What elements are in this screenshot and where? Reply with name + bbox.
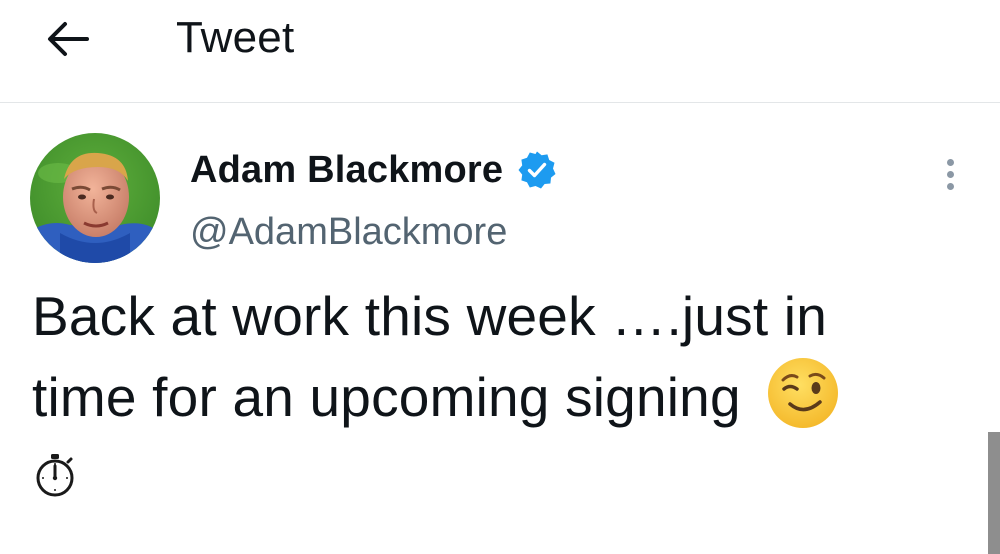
top-bar: Tweet bbox=[0, 0, 1000, 103]
tweet-screen: Tweet Adam Blackmore @AdamBlackmore Back… bbox=[0, 0, 1000, 554]
verified-badge-icon bbox=[517, 150, 557, 190]
avatar[interactable] bbox=[30, 133, 160, 263]
back-button[interactable] bbox=[38, 14, 98, 64]
tweet-text: Back at work this week ….just in time fo… bbox=[32, 276, 962, 437]
arrow-left-icon bbox=[48, 22, 89, 56]
more-options-button[interactable] bbox=[930, 152, 970, 196]
winking-face-emoji bbox=[766, 356, 840, 430]
scrollbar-thumb[interactable] bbox=[988, 432, 1000, 554]
author-name[interactable]: Adam Blackmore bbox=[190, 149, 503, 192]
tweet-text-line-2-row: time for an upcoming signing bbox=[32, 356, 962, 437]
author-name-row: Adam Blackmore bbox=[190, 145, 557, 195]
page-title: Tweet bbox=[176, 13, 295, 62]
tweet-text-line-2: time for an upcoming signing bbox=[32, 366, 757, 428]
more-dot bbox=[946, 182, 954, 190]
more-vertical-icon bbox=[946, 158, 954, 166]
more-dot bbox=[946, 170, 954, 178]
tweet-text-line-1: Back at work this week ….just in bbox=[32, 285, 828, 347]
stopwatch-emoji bbox=[32, 452, 78, 498]
author-handle[interactable]: @AdamBlackmore bbox=[190, 208, 507, 256]
